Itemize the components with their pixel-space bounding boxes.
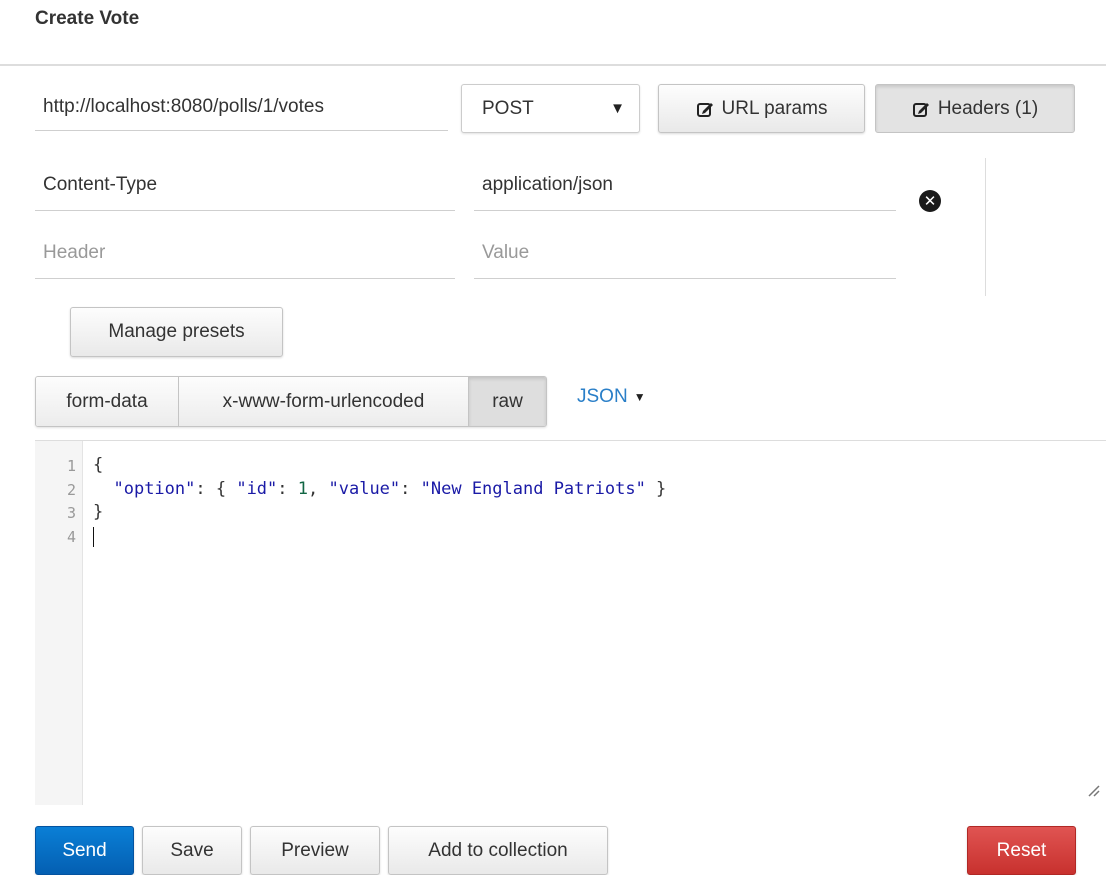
- method-select-value: POST: [482, 97, 534, 119]
- code-editor[interactable]: 1 2 3 4 { "option": { "id": 1, "value": …: [35, 440, 1106, 805]
- code-token: : {: [195, 479, 237, 499]
- resize-grip-icon[interactable]: [1086, 783, 1100, 797]
- code-token: }: [93, 502, 104, 522]
- headers-button[interactable]: Headers (1): [875, 84, 1075, 133]
- edit-icon: [696, 100, 714, 118]
- line-number: 3: [66, 504, 76, 522]
- header-value-input[interactable]: application/json: [474, 160, 896, 211]
- url-params-button[interactable]: URL params: [658, 84, 865, 133]
- remove-header-icon[interactable]: ✕: [919, 190, 941, 212]
- add-to-collection-button[interactable]: Add to collection: [388, 826, 608, 875]
- code-token: "New England Patriots": [420, 479, 646, 499]
- tab-raw[interactable]: raw: [469, 377, 546, 426]
- format-dropdown-label: JSON: [577, 386, 628, 407]
- method-select[interactable]: POST ▼: [461, 84, 640, 133]
- line-number-gutter: 1 2 3 4: [35, 441, 83, 805]
- url-input[interactable]: http://localhost:8080/polls/1/votes: [35, 84, 448, 131]
- new-header-value-input[interactable]: Value: [474, 228, 896, 279]
- preview-button[interactable]: Preview: [250, 826, 380, 875]
- line-number: 2: [66, 481, 76, 499]
- format-dropdown[interactable]: JSON ▼: [577, 386, 646, 408]
- title-divider: [0, 64, 1106, 66]
- send-button[interactable]: Send: [35, 826, 134, 875]
- headers-label: Headers (1): [937, 97, 1039, 119]
- page-title: Create Vote: [35, 8, 140, 29]
- line-number: 1: [66, 457, 76, 475]
- code-token: "value": [328, 479, 401, 499]
- code-line: "option": { "id": 1, "value": "New Engla…: [93, 479, 666, 499]
- code-line: }: [93, 502, 103, 522]
- reset-button[interactable]: Reset: [967, 826, 1076, 875]
- caret-down-icon: ▼: [633, 390, 646, 404]
- code-token: :: [277, 479, 298, 499]
- code-token: ,: [308, 479, 329, 499]
- code-token: "option": [113, 479, 196, 499]
- url-params-label: URL params: [721, 97, 828, 119]
- text-cursor: [93, 527, 94, 547]
- save-button[interactable]: Save: [142, 826, 242, 875]
- body-type-tabs: form-data x-www-form-urlencoded raw: [35, 376, 547, 427]
- code-token: 1: [297, 479, 309, 499]
- tab-form-data[interactable]: form-data: [36, 377, 179, 426]
- header-key-input[interactable]: Content-Type: [35, 160, 455, 211]
- code-token: }: [645, 479, 667, 499]
- edit-icon: [912, 100, 930, 118]
- code-token: "id": [236, 479, 278, 499]
- headers-divider: [985, 158, 986, 296]
- new-header-key-input[interactable]: Header: [35, 228, 455, 279]
- line-number: 4: [66, 528, 76, 546]
- manage-presets-button[interactable]: Manage presets: [70, 307, 283, 357]
- code-token: {: [93, 455, 104, 475]
- tab-x-www-form-urlencoded[interactable]: x-www-form-urlencoded: [179, 377, 469, 426]
- code-line: {: [93, 455, 103, 475]
- chevron-down-icon: ▼: [610, 100, 625, 117]
- code-token: :: [400, 479, 421, 499]
